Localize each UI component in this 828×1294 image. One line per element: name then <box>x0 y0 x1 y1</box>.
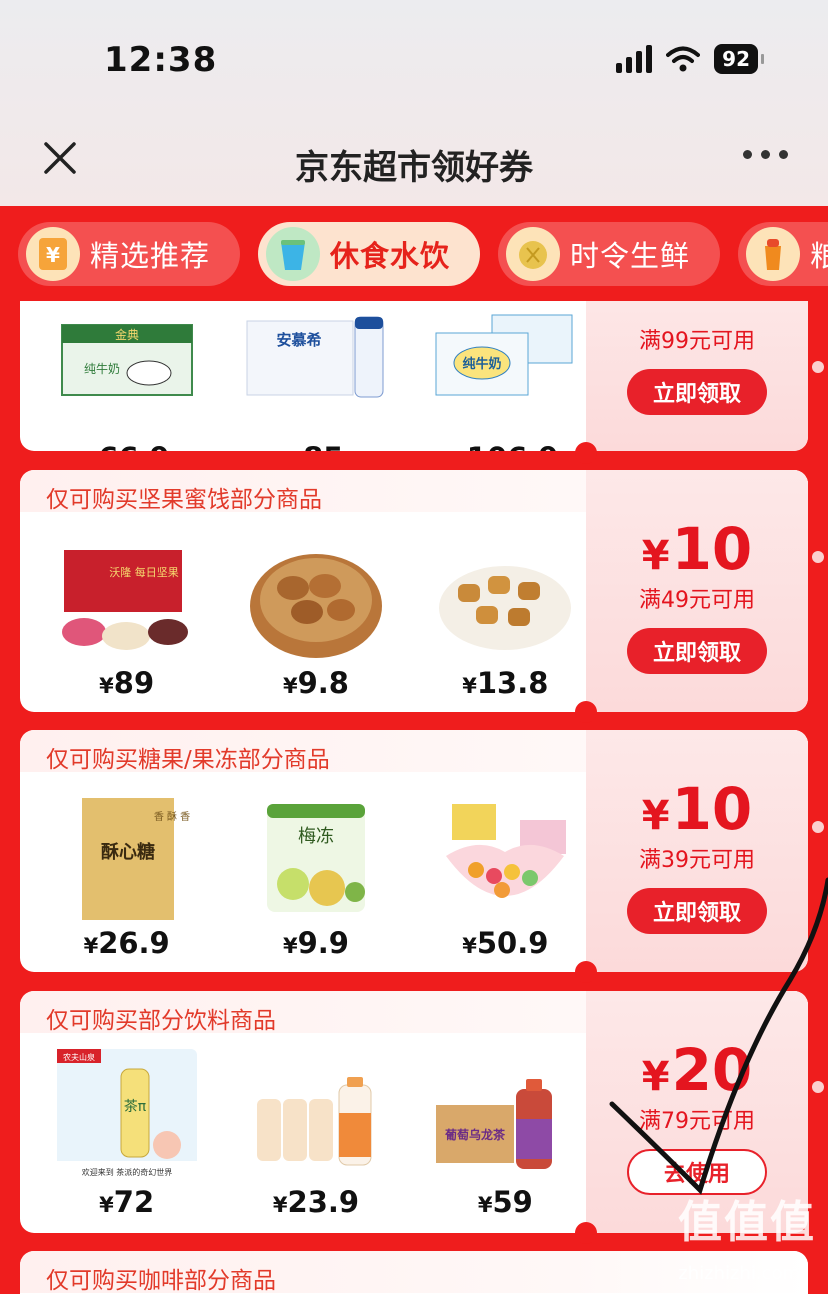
product-image[interactable]: 纯牛奶 <box>432 311 579 435</box>
tab-fresh[interactable]: 时令生鲜 <box>498 222 721 286</box>
coupon-panel: ¥10 满49元可用 立即领取 <box>586 470 808 712</box>
svg-text:香 酥 香: 香 酥 香 <box>153 811 189 823</box>
snack-drink-icon <box>266 227 321 281</box>
product-price: ¥26.9 <box>83 926 170 960</box>
product-row: 酥心糖 香 酥 香 ¥26.9 梅冻 ¥9.9 ¥50.9 <box>20 796 586 960</box>
page-title: 京东超市领好券 <box>295 148 533 188</box>
ticket-notch <box>575 961 597 983</box>
product-image[interactable] <box>243 1049 389 1183</box>
svg-text:葡萄乌龙茶: 葡萄乌龙茶 <box>444 1127 506 1142</box>
product-image[interactable]: 农夫山泉 茶π 欢迎来到 茶派的奇幻世界 <box>56 1049 197 1183</box>
product-image[interactable] <box>243 536 389 660</box>
svg-text:安慕希: 安慕希 <box>276 331 321 349</box>
coupon-card: 仅可购买坚果蜜饯部分商品 沃隆 每日坚果 ¥89 ¥9.8 ¥13.8 ¥10 … <box>20 470 808 712</box>
fresh-produce-icon <box>506 227 561 281</box>
coupon-list: 金典 纯牛奶 ¥66.9 安慕希 ¥85 <box>0 301 828 1294</box>
product-item[interactable]: 沃隆 每日坚果 ¥89 <box>46 536 207 700</box>
coupon-condition: 满49元可用 <box>639 588 755 613</box>
product-price: ¥106.9 <box>452 441 558 451</box>
svg-text:沃隆 每日坚果: 沃隆 每日坚果 <box>109 565 179 579</box>
tab-snacks-drinks[interactable]: 休食水饮 <box>258 222 481 286</box>
product-price: ¥23.9 <box>272 1185 360 1219</box>
product-row: 农夫山泉 茶π 欢迎来到 茶派的奇幻世界 ¥72 ¥23.9 葡萄乌龙茶 ¥59 <box>20 1049 586 1219</box>
tab-label: 粮 <box>810 239 828 273</box>
ticket-notch <box>575 1222 597 1244</box>
product-price: ¥9.8 <box>282 666 349 700</box>
product-item[interactable]: 酥心糖 香 酥 香 ¥26.9 <box>46 796 207 960</box>
wifi-icon <box>666 46 701 72</box>
tab-featured[interactable]: ¥ 精选推荐 <box>18 222 241 286</box>
tab-label: 休食水饮 <box>330 239 451 273</box>
status-icons: 92 <box>616 44 764 74</box>
product-image[interactable]: 梅冻 <box>243 796 389 920</box>
coupon-condition: 满39元可用 <box>639 848 755 873</box>
product-image[interactable]: 金典 纯牛奶 <box>53 311 200 435</box>
claim-button[interactable]: 立即领取 <box>627 628 767 674</box>
product-item[interactable]: ¥23.9 <box>235 1049 396 1219</box>
watermark-logo: 值值值 <box>678 1197 816 1248</box>
tab-label: 时令生鲜 <box>570 239 691 273</box>
coupon-panel: 满99元可用 立即领取 <box>586 301 808 451</box>
top-bar: 12:38 92 京东超市领好券 <box>0 0 828 206</box>
product-item[interactable]: 金典 纯牛奶 ¥66.9 <box>46 311 207 451</box>
more-options-icon[interactable] <box>743 150 788 159</box>
coupon-card: 金典 纯牛奶 ¥66.9 安慕希 ¥85 <box>20 301 808 451</box>
category-tabs: ¥ 精选推荐 休食水饮 时令生鲜 粮 <box>0 206 828 301</box>
product-price: ¥72 <box>99 1185 155 1219</box>
product-price: ¥9.9 <box>282 926 349 960</box>
coupon-panel: ¥10 满39元可用 立即领取 <box>586 730 808 972</box>
claim-button[interactable]: 立即领取 <box>627 888 767 934</box>
product-image[interactable]: 葡萄乌龙茶 <box>432 1049 578 1183</box>
cellular-signal-icon <box>616 45 653 73</box>
product-item[interactable]: 葡萄乌龙茶 ¥59 <box>425 1049 586 1219</box>
product-item[interactable]: ¥50.9 <box>425 796 586 960</box>
coupon-icon: ¥ <box>26 227 80 281</box>
product-price: ¥59 <box>477 1185 533 1219</box>
battery-indicator: 92 <box>714 44 764 74</box>
coupon-amount: ¥10 <box>641 775 753 843</box>
product-image[interactable]: 酥心糖 香 酥 香 <box>54 796 200 920</box>
coupon-condition: 满99元可用 <box>639 329 755 354</box>
product-item[interactable]: ¥13.8 <box>425 536 586 700</box>
svg-text:农夫山泉: 农夫山泉 <box>63 1052 95 1062</box>
product-item[interactable]: 农夫山泉 茶π 欢迎来到 茶派的奇幻世界 ¥72 <box>46 1049 207 1219</box>
tab-grain[interactable]: 粮 <box>738 222 828 286</box>
tab-label: 精选推荐 <box>90 239 211 273</box>
svg-text:纯牛奶: 纯牛奶 <box>463 356 502 372</box>
product-price: ¥50.9 <box>462 926 549 960</box>
product-price: ¥66.9 <box>84 441 170 451</box>
grain-icon <box>746 227 801 281</box>
svg-text:茶π: 茶π <box>123 1099 146 1115</box>
coupon-condition: 满79元可用 <box>639 1109 755 1134</box>
coupon-card: 仅可购买糖果/果冻部分商品 酥心糖 香 酥 香 ¥26.9 梅冻 ¥9.9 ¥5… <box>20 730 808 972</box>
product-price: ¥89 <box>99 666 155 700</box>
product-price: ¥85 <box>289 441 344 451</box>
product-row: 金典 纯牛奶 ¥66.9 安慕希 ¥85 <box>20 311 586 451</box>
claim-button[interactable]: 立即领取 <box>627 369 767 415</box>
edge-decoration <box>806 301 828 1294</box>
product-image[interactable]: 沃隆 每日坚果 <box>54 536 200 660</box>
svg-text:¥: ¥ <box>46 243 60 267</box>
svg-text:纯牛奶: 纯牛奶 <box>84 361 120 376</box>
product-image[interactable]: 安慕希 <box>242 311 389 435</box>
ticket-notch <box>575 442 597 464</box>
svg-text:酥心糖: 酥心糖 <box>101 841 155 863</box>
product-item[interactable]: 纯牛奶 ¥106.9 <box>425 311 586 451</box>
product-image[interactable] <box>432 536 578 660</box>
coupon-amount: ¥20 <box>641 1036 753 1104</box>
product-row: 沃隆 每日坚果 ¥89 ¥9.8 ¥13.8 <box>20 536 586 700</box>
product-item[interactable]: 安慕希 ¥85 <box>235 311 396 451</box>
status-time: 12:38 <box>104 40 218 80</box>
svg-text:梅冻: 梅冻 <box>298 826 334 847</box>
svg-text:金典: 金典 <box>115 327 139 342</box>
product-item[interactable]: ¥9.8 <box>235 536 396 700</box>
watermark-url: zhizhizhi.com <box>678 1263 800 1284</box>
product-item[interactable]: 梅冻 ¥9.9 <box>235 796 396 960</box>
ticket-notch <box>575 701 597 723</box>
product-image[interactable] <box>432 796 578 920</box>
svg-text:欢迎来到 茶派的奇幻世界: 欢迎来到 茶派的奇幻世界 <box>81 1167 172 1177</box>
coupon-amount: ¥10 <box>641 515 753 583</box>
product-price: ¥13.8 <box>462 666 549 700</box>
